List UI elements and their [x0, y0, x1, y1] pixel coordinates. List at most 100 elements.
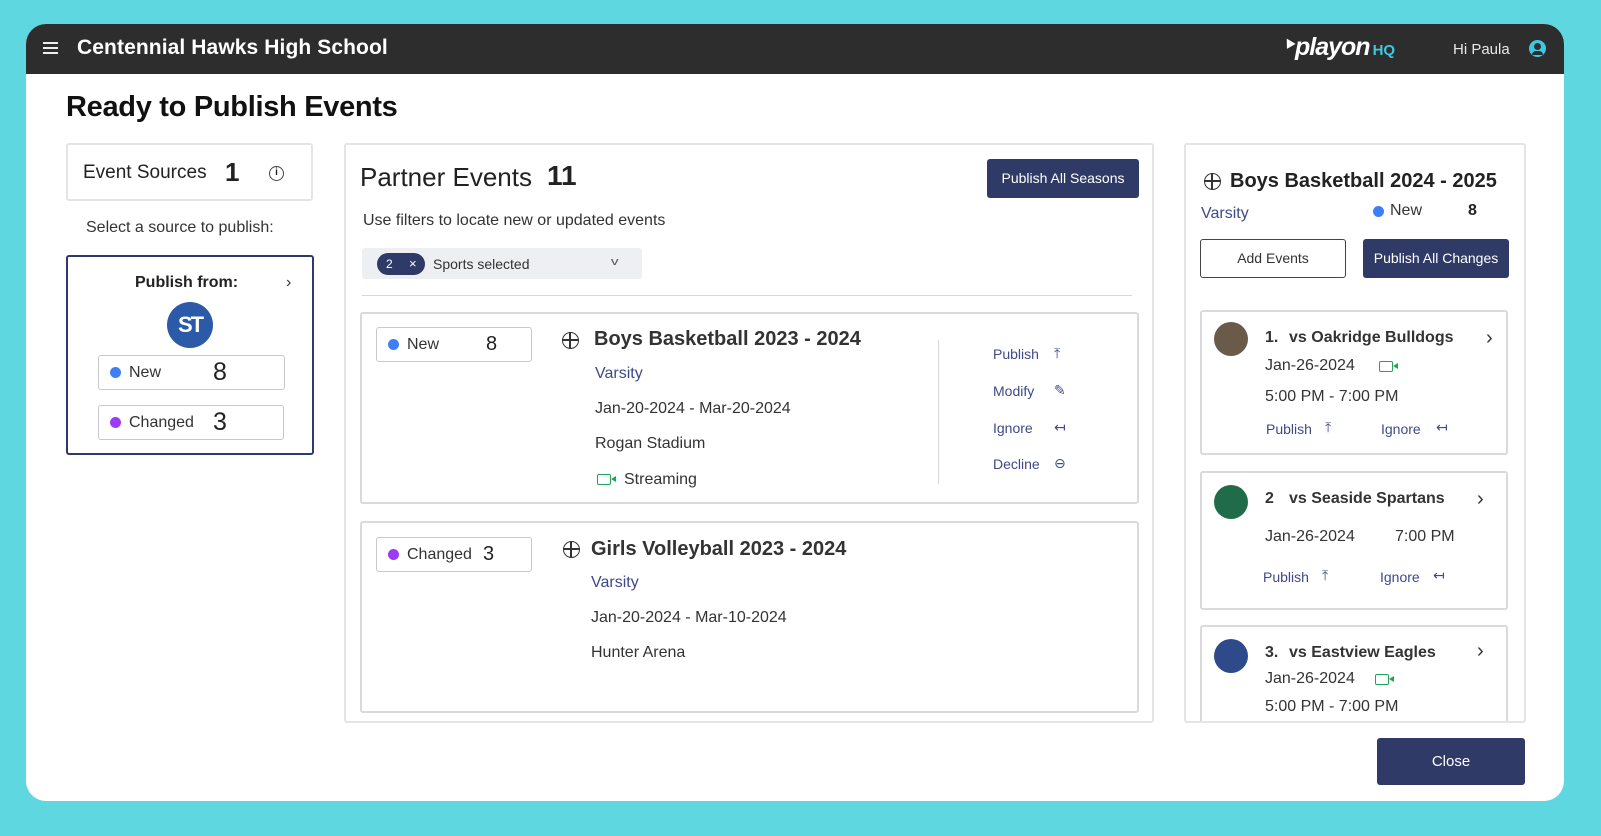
event-sources-label: Event Sources [83, 162, 207, 183]
source-changed-count: 3 [213, 408, 227, 436]
video-camera-icon [1379, 361, 1398, 372]
chevron-right-icon[interactable]: › [1477, 488, 1484, 511]
basketball-icon [562, 332, 579, 349]
brand-mark-icon [1282, 36, 1296, 49]
edit-pencil-icon[interactable]: ✎ [1054, 382, 1066, 399]
add-events-button[interactable]: Add Events [1200, 239, 1346, 278]
modify-event-link[interactable]: Modify [993, 383, 1034, 399]
new-status-dot [388, 339, 399, 350]
event-card[interactable]: New 8 Boys Basketball 2023 - 2024 Varsit… [360, 312, 1139, 504]
publish-icon[interactable]: ⤒ [1325, 419, 1331, 436]
sports-filter-dropdown[interactable]: 2 × Sports selected v [362, 248, 642, 279]
chevron-right-icon[interactable]: › [1477, 640, 1484, 663]
changed-status-dot [110, 417, 121, 428]
event-sources-count: 1 [225, 157, 240, 187]
season-title: Boys Basketball 2024 - 2025 [1230, 170, 1497, 192]
game-number: 3. [1265, 644, 1279, 661]
source-logo: ST [167, 302, 213, 348]
game-date: Jan-26-2024 [1265, 357, 1355, 374]
event-venue: Hunter Arena [591, 644, 686, 661]
publish-from-card[interactable]: Publish from: › ST New 8 Changed 3 [66, 255, 314, 455]
divider [938, 340, 939, 484]
game-opponent: vs Eastview Eagles [1289, 644, 1436, 661]
video-camera-icon [597, 474, 616, 485]
source-new-pill: New 8 [98, 355, 285, 390]
divider [362, 295, 1132, 296]
game-date: Jan-26-2024 [1265, 528, 1355, 545]
basketball-icon [1204, 173, 1221, 190]
changed-status-dot [388, 549, 399, 560]
filters-hint: Use filters to locate new or updated eve… [363, 212, 666, 229]
ignore-icon[interactable]: ↤ [1433, 567, 1445, 584]
event-title: Girls Volleyball 2023 - 2024 [591, 538, 847, 560]
ignore-icon[interactable]: ↤ [1054, 419, 1066, 436]
game-card[interactable]: 2 vs Seaside Spartans › Jan-26-2024 7:00… [1200, 471, 1508, 610]
publish-game-link[interactable]: Publish [1266, 421, 1312, 437]
chevron-right-icon[interactable]: › [1486, 327, 1493, 350]
publish-all-changes-button[interactable]: Publish All Changes [1363, 239, 1509, 278]
top-bar: Centennial Hawks High School playon HQ Hi… [26, 24, 1564, 74]
decline-event-link[interactable]: Decline [993, 456, 1040, 472]
new-status-dot [110, 367, 121, 378]
video-camera-icon [1375, 674, 1394, 685]
user-greeting[interactable]: Hi Paula [1453, 41, 1510, 58]
event-venue: Rogan Stadium [595, 435, 706, 452]
spartans-logo [1214, 485, 1248, 519]
event-level: Varsity [595, 365, 643, 382]
publish-icon[interactable]: ⤒ [1054, 345, 1060, 362]
eagles-logo [1214, 639, 1248, 673]
sports-filter-label: Sports selected [433, 256, 530, 272]
event-streaming: Streaming [624, 471, 697, 488]
close-button[interactable]: Close [1377, 738, 1525, 785]
publish-icon[interactable]: ⤒ [1322, 567, 1328, 584]
game-opponent: vs Seaside Spartans [1289, 490, 1445, 507]
game-number: 1. [1265, 329, 1279, 346]
game-card[interactable]: 3. vs Eastview Eagles › Jan-26-2024 5:00… [1200, 625, 1508, 721]
game-date: Jan-26-2024 [1265, 670, 1355, 687]
partner-events-count: 11 [547, 160, 577, 191]
publish-all-seasons-button[interactable]: Publish All Seasons [987, 159, 1139, 198]
brand-logo[interactable]: playon HQ [1282, 33, 1395, 62]
decline-icon[interactable]: ⊖ [1054, 455, 1066, 472]
page-title: Ready to Publish Events [66, 91, 398, 123]
publish-event-link[interactable]: Publish [993, 346, 1039, 362]
chevron-down-icon[interactable]: v [611, 256, 619, 268]
event-sources-header: Event Sources 1 i [66, 143, 313, 201]
select-source-prompt: Select a source to publish: [86, 219, 274, 236]
volleyball-icon [563, 541, 580, 558]
game-opponent: vs Oakridge Bulldogs [1289, 329, 1454, 346]
user-avatar-icon[interactable] [1529, 40, 1546, 57]
game-time: 5:00 PM - 7:00 PM [1265, 388, 1399, 405]
season-new-count: 8 [1468, 202, 1477, 219]
event-dates: Jan-20-2024 - Mar-20-2024 [595, 400, 791, 417]
event-card[interactable]: Changed 3 Girls Volleyball 2023 - 2024 V… [360, 521, 1139, 713]
source-changed-pill: Changed 3 [98, 405, 284, 440]
chevron-right-icon[interactable]: › [286, 274, 291, 292]
ignore-game-link[interactable]: Ignore [1381, 421, 1421, 437]
season-panel: Boys Basketball 2024 - 2025 Varsity New … [1184, 143, 1526, 723]
game-time: 7:00 PM [1395, 528, 1455, 545]
partner-events-title: Partner Events [360, 162, 532, 192]
season-level: Varsity [1201, 205, 1249, 222]
ignore-game-link[interactable]: Ignore [1380, 569, 1420, 585]
sports-count-chip[interactable]: 2 × [377, 253, 425, 275]
event-dates: Jan-20-2024 - Mar-10-2024 [591, 609, 787, 626]
chip-remove-icon[interactable]: × [409, 256, 417, 271]
app-window: Centennial Hawks High School playon HQ Hi… [26, 24, 1564, 801]
new-status-dot [1373, 205, 1384, 217]
ignore-icon[interactable]: ↤ [1436, 419, 1448, 436]
game-time: 5:00 PM - 7:00 PM [1265, 698, 1399, 715]
season-new-status: New [1373, 202, 1422, 220]
event-title: Boys Basketball 2023 - 2024 [594, 328, 861, 350]
school-name: Centennial Hawks High School [77, 36, 388, 59]
event-status-pill: New 8 [376, 327, 532, 362]
partner-events-panel: Partner Events 11 Publish All Seasons Us… [344, 143, 1154, 723]
publish-game-link[interactable]: Publish [1263, 569, 1309, 585]
bulldogs-logo [1214, 322, 1248, 356]
info-icon[interactable]: i [269, 166, 284, 181]
publish-from-label: Publish from: [135, 274, 239, 291]
game-number: 2 [1265, 490, 1274, 507]
menu-icon[interactable] [43, 42, 58, 54]
ignore-event-link[interactable]: Ignore [993, 420, 1033, 436]
game-card[interactable]: 1. vs Oakridge Bulldogs › Jan-26-2024 5:… [1200, 310, 1508, 455]
